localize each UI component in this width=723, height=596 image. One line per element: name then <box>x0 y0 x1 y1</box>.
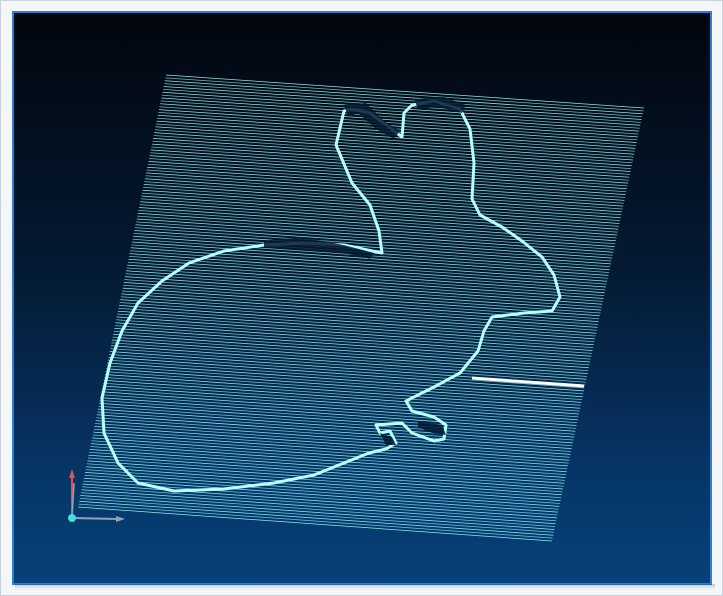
raster-toolpath-lines <box>77 74 645 542</box>
window-frame <box>0 0 723 596</box>
axis-z-arrow <box>69 469 75 478</box>
3d-viewport[interactable] <box>12 11 712 585</box>
contour-gap <box>264 238 374 259</box>
selected-toolpath-segment[interactable] <box>471 376 585 388</box>
window-shadow <box>15 584 715 590</box>
origin-marker-icon <box>68 514 76 522</box>
axis-x-arrow <box>116 516 125 522</box>
contour-gap <box>414 97 466 113</box>
toolpath-scene[interactable] <box>14 13 712 585</box>
axis-x-line <box>71 517 119 520</box>
